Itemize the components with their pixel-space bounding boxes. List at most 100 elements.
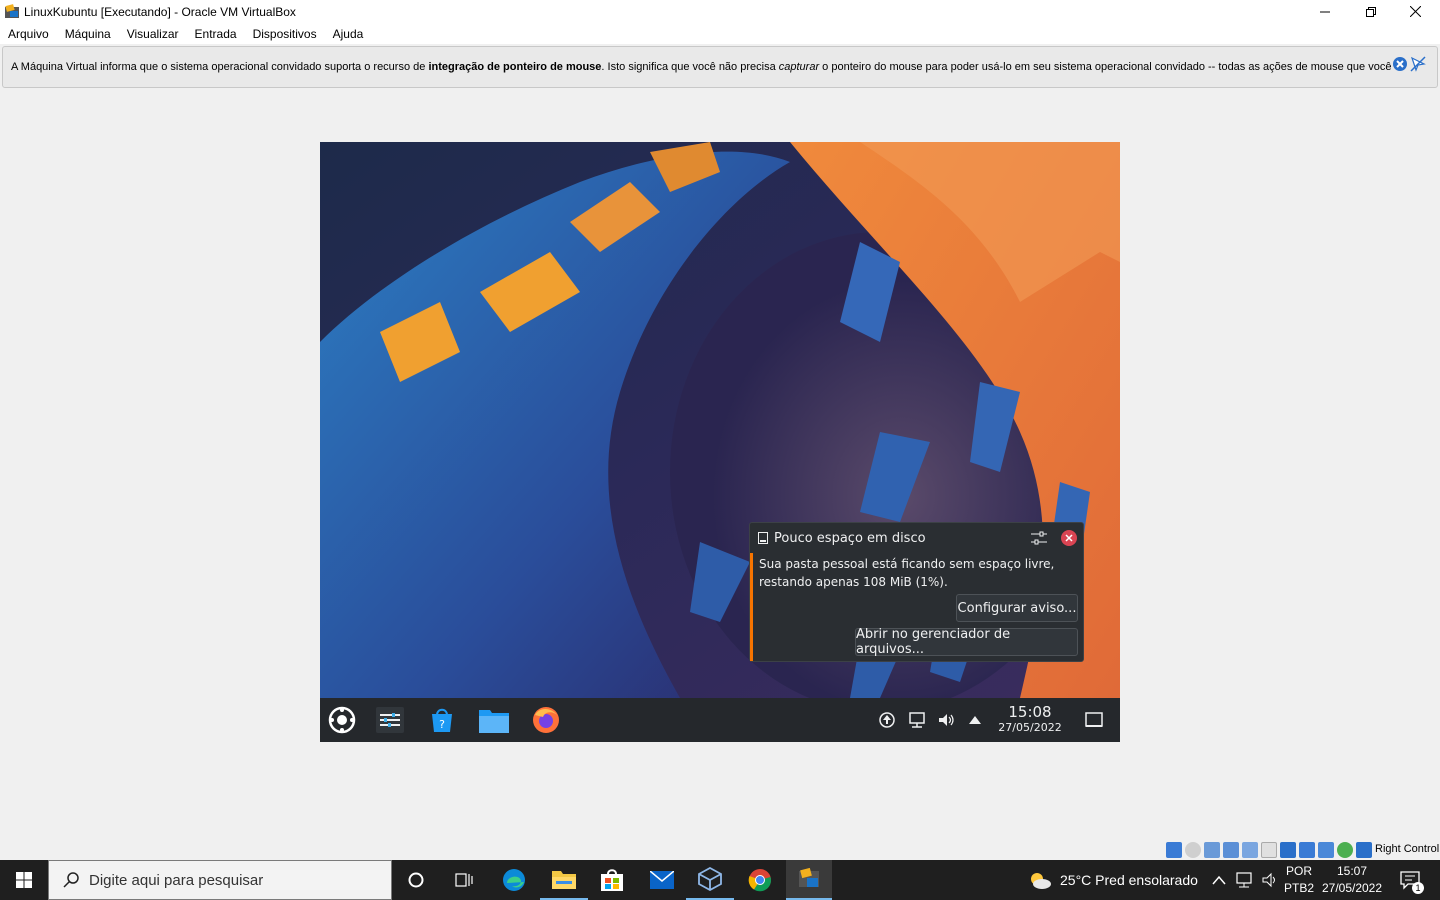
kubuntu-launcher-icon [328, 706, 356, 734]
notification-settings-icon[interactable] [1031, 531, 1047, 545]
action-center-button[interactable]: 1 [1392, 860, 1428, 900]
guest-clock-time: 15:08 [1008, 703, 1052, 721]
cube-icon [698, 867, 722, 891]
hard-disk-icon[interactable] [1166, 842, 1182, 858]
recording-icon[interactable] [1299, 842, 1315, 858]
keyboard-capture-icon[interactable] [1356, 842, 1372, 858]
digital-clock[interactable]: 15:08 27/05/2022 [990, 704, 1070, 735]
close-icon [1409, 6, 1421, 17]
windows-logo-icon [16, 872, 32, 888]
firefox-icon [533, 707, 559, 733]
notification-close-icon[interactable] [1061, 530, 1077, 546]
mail-icon [650, 871, 674, 889]
taskbar-file-explorer[interactable] [540, 860, 588, 900]
restore-icon [1366, 6, 1376, 17]
taskbar-virtualbox-manager[interactable] [686, 860, 734, 900]
taskbar-chrome[interactable] [736, 860, 784, 900]
virtualbox-icon [5, 3, 19, 18]
taskbar-vm-window[interactable] [786, 860, 832, 900]
chevron-up-icon[interactable] [1212, 875, 1226, 885]
taskbar-edge[interactable] [490, 860, 538, 900]
store-icon [601, 869, 623, 891]
taskbar-mail[interactable] [638, 860, 686, 900]
cortana-button[interactable] [392, 860, 440, 900]
show-desktop-icon [1085, 712, 1103, 727]
taskbar-clock[interactable]: 15:07 27/05/2022 [1318, 863, 1386, 897]
vm-status-indicators [1166, 842, 1375, 858]
task-systemsettings[interactable] [374, 704, 406, 736]
chrome-icon [748, 869, 772, 892]
show-desktop-button[interactable] [1078, 704, 1110, 736]
tray-updates[interactable] [871, 704, 903, 736]
svg-text:?: ? [439, 718, 445, 731]
partly-sunny-icon [1031, 873, 1051, 889]
guest-clock-date: 27/05/2022 [998, 721, 1062, 734]
file-explorer-icon [552, 871, 576, 889]
mouse-integration-infobar: A Máquina Virtual informa que o sistema … [2, 46, 1438, 88]
menu-arquivo[interactable]: Arquivo [8, 27, 49, 41]
notification-count-badge: 1 [1412, 882, 1424, 894]
minimize-icon [1320, 11, 1330, 12]
close-button[interactable] [1392, 0, 1438, 23]
display-icon[interactable] [1280, 842, 1296, 858]
start-button[interactable] [0, 860, 48, 900]
shared-folders-icon[interactable] [1261, 842, 1277, 858]
configure-warning-button[interactable]: Configurar aviso... [956, 594, 1078, 622]
volume-icon [939, 714, 954, 726]
open-file-manager-button[interactable]: Abrir no gerenciador de arquivos... [855, 627, 1078, 657]
task-view-button[interactable] [440, 860, 488, 900]
menu-entrada[interactable]: Entrada [195, 27, 237, 41]
menu-dispositivos[interactable]: Dispositivos [253, 27, 317, 41]
notification-header: Pouco espaço em disco [750, 523, 1083, 553]
cpu-icon[interactable] [1318, 842, 1334, 858]
kde-panel: ? 15:08 27/05/2022 [320, 698, 1120, 742]
taskbar-time: 15:07 [1336, 864, 1368, 878]
search-icon [63, 872, 79, 888]
taskbar-search-box[interactable]: Digite aqui para pesquisar [48, 860, 392, 900]
network-icon [909, 712, 925, 728]
tray-icons [1212, 860, 1278, 900]
task-discover[interactable]: ? [426, 704, 458, 736]
network-adapter-icon[interactable] [1223, 842, 1239, 858]
volume-icon[interactable] [1262, 872, 1278, 888]
task-view-icon [455, 873, 473, 887]
taskbar-store[interactable] [588, 860, 636, 900]
menu-ajuda[interactable]: Ajuda [333, 27, 364, 41]
chevron-up-icon [969, 716, 981, 724]
discover-store-icon: ? [432, 708, 452, 732]
notification-title: Pouco espaço em disco [774, 530, 926, 546]
vm-display[interactable]: Pouco espaço em disco Sua pasta pessoal … [320, 142, 1120, 742]
virtualbox-vm-icon [799, 867, 819, 887]
cortana-icon [408, 872, 424, 888]
taskbar-date: 27/05/2022 [1321, 881, 1383, 895]
menu-maquina[interactable]: Máquina [65, 27, 111, 41]
minimize-button[interactable] [1302, 0, 1348, 23]
notification-accent-bar [750, 553, 753, 661]
tray-network[interactable] [901, 704, 933, 736]
folder-icon [479, 710, 509, 733]
usb-icon[interactable] [1242, 842, 1258, 858]
network-icon[interactable] [1236, 872, 1254, 888]
menu-visualizar[interactable]: Visualizar [127, 27, 179, 41]
weather-text: 25°C Pred ensolarado [1060, 872, 1198, 888]
audio-icon[interactable] [1204, 842, 1220, 858]
application-launcher[interactable] [326, 704, 358, 736]
task-firefox[interactable] [530, 704, 562, 736]
restore-button[interactable] [1348, 0, 1394, 23]
optical-drive-icon[interactable] [1185, 842, 1201, 858]
infobar-suppress-icon[interactable] [1410, 56, 1426, 72]
update-icon [879, 712, 895, 728]
search-placeholder: Digite aqui para pesquisar [89, 871, 264, 889]
disk-icon [758, 532, 768, 544]
taskbar-weather[interactable]: 25°C Pred ensolarado [1028, 860, 1198, 900]
mouse-integration-icon[interactable] [1337, 842, 1353, 858]
tray-expand[interactable] [959, 704, 991, 736]
task-dolphin[interactable] [478, 704, 510, 736]
window-title: LinuxKubuntu [Executando] - Oracle VM Vi… [24, 4, 296, 19]
tray-volume[interactable] [930, 704, 962, 736]
infobar-close-icon[interactable] [1392, 56, 1408, 72]
notification-body: Sua pasta pessoal está ficando sem espaç… [759, 557, 1055, 589]
windows-taskbar: Digite aqui para pesquisar 25°C Pred ens… [0, 860, 1440, 900]
menu-bar: Arquivo Máquina Visualizar Entrada Dispo… [0, 23, 1440, 44]
input-language[interactable]: POR PTB2 [1284, 863, 1314, 897]
